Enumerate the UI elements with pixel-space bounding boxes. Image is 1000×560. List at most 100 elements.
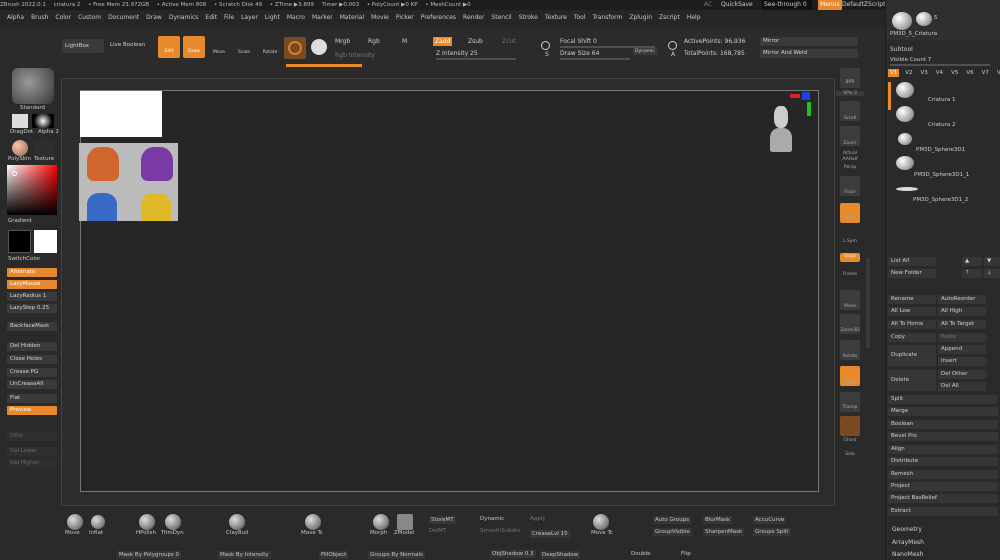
- menu-custom[interactable]: Custom: [78, 14, 101, 21]
- move-button[interactable]: Move: [210, 36, 228, 58]
- switchcolor-button[interactable]: SwitchColor: [8, 256, 41, 262]
- objshadow-slider[interactable]: ObjShadow 0.3: [490, 550, 536, 558]
- auto-groups-button[interactable]: Auto Groups: [653, 516, 692, 524]
- delmt-button[interactable]: DelMT: [429, 528, 446, 534]
- ddiv-button[interactable]: DDiv: [7, 432, 57, 441]
- subtool-item-sphere3d1-2[interactable]: PM3D_Sphere3D1_2: [913, 197, 968, 203]
- subtool-item-criatura-1[interactable]: Criatura 1: [928, 97, 956, 103]
- creaselvl-slider[interactable]: CreaseLvl 15: [530, 530, 570, 538]
- move-brush-icon[interactable]: [67, 514, 83, 530]
- menu-tool[interactable]: Tool: [574, 14, 586, 21]
- hpolish-brush-icon[interactable]: [139, 514, 155, 530]
- spix-slider[interactable]: SPix 3: [836, 91, 864, 96]
- subtool-item-sphere3d1-1[interactable]: PM3D_Sphere3D1_1: [914, 172, 969, 178]
- movetc2-brush-icon[interactable]: [593, 514, 609, 530]
- texture-sphere-icon[interactable]: [311, 39, 327, 55]
- mirror-weld-button[interactable]: Mirror And Weld: [760, 49, 858, 58]
- menu-macro[interactable]: Macro: [287, 14, 305, 21]
- menu-texture[interactable]: Texture: [545, 14, 567, 21]
- secondary-color-swatch[interactable]: [34, 230, 57, 253]
- trimdyn-brush-icon[interactable]: [165, 514, 181, 530]
- mirror-button[interactable]: Mirror: [760, 37, 858, 46]
- version-tab-v3[interactable]: V3: [919, 69, 930, 77]
- menu-layer[interactable]: Layer: [241, 14, 258, 21]
- subtool-item-criatura-2[interactable]: Criatura 2: [928, 122, 956, 128]
- persp-button[interactable]: Persp: [836, 165, 864, 170]
- blurmask-button[interactable]: BlurMask: [703, 516, 733, 524]
- texture-icon[interactable]: [34, 140, 54, 156]
- scrollbar[interactable]: [866, 258, 870, 348]
- close-holes-button[interactable]: Close Holes: [7, 355, 57, 364]
- ghost-button[interactable]: [840, 416, 860, 436]
- paste-button[interactable]: Paste: [938, 333, 986, 342]
- draw-button[interactable]: Draw: [183, 36, 205, 58]
- arraymesh-section[interactable]: ArrayMesh: [892, 539, 924, 546]
- axis-gizmo-icon[interactable]: [790, 92, 812, 120]
- version-tab-v5[interactable]: V5: [949, 69, 960, 77]
- groups-split-button[interactable]: Groups Split: [753, 528, 791, 536]
- menu-picker[interactable]: Picker: [396, 14, 414, 21]
- preview-button[interactable]: Preview: [7, 406, 57, 415]
- subtool-header[interactable]: Subtool: [890, 46, 913, 53]
- draw-size-track[interactable]: [560, 58, 630, 60]
- menu-stroke[interactable]: Stroke: [519, 14, 538, 21]
- extract-button[interactable]: Extract: [888, 507, 998, 516]
- new-folder-button[interactable]: New Folder: [888, 269, 936, 278]
- material-swatch[interactable]: [284, 37, 306, 59]
- project-button[interactable]: Project: [888, 482, 998, 491]
- merge-button[interactable]: Merge: [888, 407, 998, 416]
- insert-button[interactable]: Insert: [938, 357, 986, 366]
- version-tab-v1[interactable]: V1: [888, 69, 900, 77]
- del-all-button[interactable]: Del All: [938, 382, 986, 391]
- storemt-button[interactable]: StoreMT: [429, 516, 456, 524]
- z-intensity-track[interactable]: [436, 58, 516, 60]
- main-color-swatch[interactable]: [8, 230, 31, 253]
- document-viewport[interactable]: [80, 90, 819, 492]
- menu-marker[interactable]: Marker: [312, 14, 333, 21]
- bevel-pro-button[interactable]: Bevel Pro: [888, 432, 998, 441]
- lazyradius-slider[interactable]: LazyRadius 1: [7, 292, 57, 301]
- nanomesh-section[interactable]: NanoMesh: [892, 551, 923, 558]
- boolean-button[interactable]: Boolean: [888, 420, 998, 429]
- dynamic-button[interactable]: Dynamic: [633, 48, 657, 55]
- z-intensity-slider[interactable]: Z Intensity 25: [436, 50, 478, 57]
- mask-by-polygroups-slider[interactable]: Mask By Polygroups 0: [117, 551, 182, 559]
- all-to-home-button[interactable]: All To Home: [888, 320, 936, 329]
- zsub-button[interactable]: Zsub: [468, 38, 483, 45]
- menu-draw[interactable]: Draw: [146, 14, 162, 21]
- lazystep-slider[interactable]: LazyStep 0.25: [7, 304, 57, 313]
- menu-dynamics[interactable]: Dynamics: [169, 14, 199, 21]
- zmodeler-brush-icon[interactable]: [397, 514, 413, 530]
- subtool-item-sphere3d1[interactable]: PM3D_Sphere3D1: [916, 147, 965, 153]
- all-high-button[interactable]: All High: [938, 307, 986, 316]
- move-up-arrow-icon[interactable]: ▲: [962, 257, 982, 266]
- fillobject-button[interactable]: FillObject: [319, 551, 349, 559]
- folder-down-icon[interactable]: ⇣: [984, 269, 1000, 278]
- menu-material[interactable]: Material: [340, 14, 364, 21]
- rgb-button[interactable]: Rgb: [368, 38, 380, 45]
- append-button[interactable]: Append: [938, 345, 986, 354]
- focal-shift-slider[interactable]: Focal Shift 0: [560, 38, 597, 45]
- movetc-brush-icon[interactable]: [305, 514, 321, 530]
- solo-button[interactable]: Solo: [836, 452, 864, 457]
- menu-movie[interactable]: Movie: [371, 14, 389, 21]
- frame-button[interactable]: Frame: [836, 272, 864, 277]
- list-all-button[interactable]: List All: [888, 257, 936, 266]
- menu-transform[interactable]: Transform: [592, 14, 622, 21]
- autoreorder-button[interactable]: AutoReorder: [938, 295, 986, 304]
- polyskin-material-icon[interactable]: [12, 140, 28, 156]
- menu-help[interactable]: Help: [687, 14, 701, 21]
- visible-count-track[interactable]: [890, 64, 990, 66]
- draw-size-slider[interactable]: Draw Size 64: [560, 50, 599, 57]
- live-boolean-button[interactable]: Live Boolean: [110, 42, 145, 48]
- del-lower-button[interactable]: Del Lower: [7, 447, 57, 456]
- menu-edit[interactable]: Edit: [205, 14, 217, 21]
- dynamic-subdiv-button[interactable]: Dynamic: [480, 516, 504, 522]
- menu-stencil[interactable]: Stencil: [491, 14, 511, 21]
- rename-button[interactable]: Rename: [888, 295, 936, 304]
- mask-by-intensity-button[interactable]: Mask By Intensity: [218, 551, 271, 559]
- remesh-button[interactable]: Remesh: [888, 470, 998, 479]
- menu-brush[interactable]: Brush: [31, 14, 48, 21]
- zadd-button[interactable]: Zadd: [433, 37, 453, 46]
- distribute-button[interactable]: Distribute: [888, 457, 998, 466]
